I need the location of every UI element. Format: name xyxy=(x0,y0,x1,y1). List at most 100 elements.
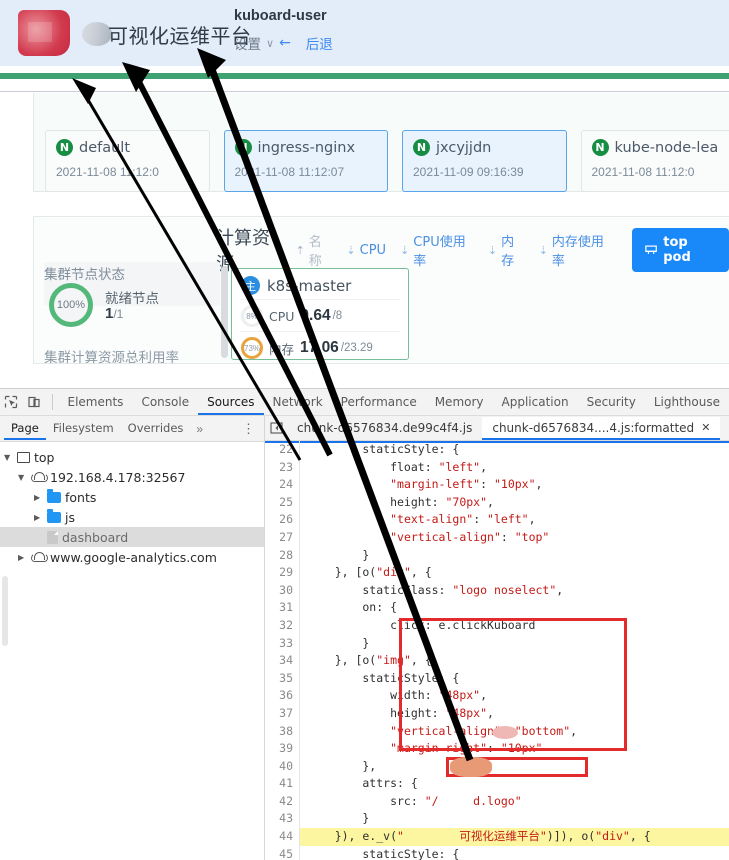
editor-tabbar: chunk-d6576834.de99c4f4.js chunk-d657683… xyxy=(265,416,729,441)
top-pod-button[interactable]: top pod xyxy=(632,228,729,272)
nav-tab-filesystem[interactable]: Filesystem xyxy=(46,417,121,440)
navigator-scrollbar[interactable] xyxy=(2,576,8,646)
navigator-menu-icon[interactable]: ⋮ xyxy=(234,421,264,437)
cpu-value: 0.64 xyxy=(300,307,331,324)
line-number[interactable]: 39 xyxy=(265,740,299,758)
code-line: 45 staticStyle: { xyxy=(265,845,729,860)
code-text: }, [o("img", { xyxy=(307,653,432,668)
tab-memory[interactable]: Memory xyxy=(426,390,493,415)
sort-by-memory[interactable]: ⇣ 内存 xyxy=(488,231,525,269)
line-number[interactable]: 35 xyxy=(265,669,299,688)
kuboard-logo-icon[interactable] xyxy=(18,10,70,56)
line-number[interactable]: 27 xyxy=(265,528,299,547)
tab-lighthouse[interactable]: Lighthouse xyxy=(645,390,729,415)
line-number[interactable]: 36 xyxy=(265,687,299,705)
tab-console[interactable]: Console xyxy=(132,390,198,415)
editor-tab-chunk[interactable]: chunk-d6576834.de99c4f4.js xyxy=(287,417,482,440)
code-text: } xyxy=(307,811,370,826)
code-text: } xyxy=(307,547,370,562)
tree-item-label: dashboard xyxy=(62,529,129,545)
line-number[interactable]: 32 xyxy=(265,616,299,635)
line-number[interactable]: 24 xyxy=(265,476,299,494)
line-number[interactable]: 22 xyxy=(265,441,299,459)
code-text: float: "left", xyxy=(307,459,488,474)
sort-by-cpu[interactable]: ⇣ CPU xyxy=(346,243,386,258)
line-number[interactable]: 23 xyxy=(265,458,299,477)
code-line: 29 }, [o("div", { xyxy=(265,564,729,582)
nav-tab-overrides[interactable]: Overrides xyxy=(121,417,191,440)
line-number[interactable]: 31 xyxy=(265,599,299,617)
chevron-down-icon[interactable]: ▼ xyxy=(4,453,13,462)
code-editor[interactable]: 22 staticStyle: {23 float: "left", 24 "ma… xyxy=(265,441,729,860)
tab-sources[interactable]: Sources xyxy=(198,390,263,415)
code-line: 24 "margin-left": "10px", xyxy=(265,476,729,494)
line-number[interactable]: 45 xyxy=(265,845,299,860)
sort-arrow-up-icon: ⇡ xyxy=(295,243,305,257)
line-number[interactable]: 26 xyxy=(265,511,299,529)
node-list-scrollbar[interactable] xyxy=(221,266,228,358)
tab-security[interactable]: Security xyxy=(578,390,645,415)
ready-nodes-value: 1/1 xyxy=(105,305,123,322)
settings-label[interactable]: 设置 xyxy=(234,33,261,53)
chevron-right-icon[interactable]: ▶ xyxy=(34,493,43,502)
sort-by-memory-usage[interactable]: ⇣ 内存使用率 xyxy=(539,231,612,269)
code-text: width: "48px", xyxy=(307,688,488,703)
line-number[interactable]: 43 xyxy=(265,810,299,829)
devtools-panel: Elements Console Sources Network Perform… xyxy=(0,388,729,860)
sort-by-name[interactable]: ⇡ 名称 xyxy=(296,231,333,269)
back-link[interactable]: 后退 xyxy=(306,33,333,53)
namespace-card[interactable]: N kube-node-lea 2021-11-08 11:12:0 xyxy=(580,130,729,192)
editor-tab-chunk-formatted[interactable]: chunk-d6576834....4.js:formatted ✕ xyxy=(482,416,721,440)
chevron-right-icon[interactable]: ▶ xyxy=(34,513,43,522)
line-number[interactable]: 38 xyxy=(265,722,299,741)
line-number[interactable]: 34 xyxy=(265,652,299,670)
tab-performance[interactable]: Performance xyxy=(332,390,426,415)
nav-tab-page[interactable]: Page xyxy=(4,417,46,440)
line-number[interactable]: 42 xyxy=(265,792,299,811)
line-number[interactable]: 33 xyxy=(265,634,299,653)
tree-item-top[interactable]: ▼ top xyxy=(0,447,264,467)
tree-item-js[interactable]: ▶ js xyxy=(0,507,264,527)
editor-active-underline xyxy=(265,441,729,443)
tree-item-fonts[interactable]: ▶ fonts xyxy=(0,487,264,507)
back-arrow-icon[interactable]: ← xyxy=(279,35,291,51)
tree-item-host[interactable]: ▼ 192.168.4.178:32567 xyxy=(0,467,264,487)
namespace-card[interactable]: N jxcyjjdn 2021-11-09 09:16:39 xyxy=(402,130,567,192)
tab-nav-icon[interactable] xyxy=(265,422,287,434)
node-cpu-row: 8% CPU 0.64 /8 xyxy=(232,300,408,327)
line-number[interactable]: 28 xyxy=(265,546,299,565)
tab-network[interactable]: Network xyxy=(264,390,332,415)
code-line: 31 on: { xyxy=(265,599,729,617)
node-card-k8s-master[interactable]: 主 k8s-master 8% CPU 0.64 /8 73% 内存 17.06… xyxy=(231,268,409,360)
brand-title[interactable]: 可视化运维平台 xyxy=(82,19,252,49)
line-number[interactable]: 29 xyxy=(265,564,299,582)
close-icon[interactable]: ✕ xyxy=(701,421,710,434)
line-number[interactable]: 30 xyxy=(265,581,299,600)
navigator-pane: Page Filesystem Overrides » ⋮ ▼ top ▼ 19… xyxy=(0,416,265,860)
namespace-date: 2021-11-08 11:12:07 xyxy=(234,165,345,179)
tree-item-label: fonts xyxy=(65,489,97,505)
namespace-name: jxcyjjdn xyxy=(436,139,492,156)
line-number[interactable]: 41 xyxy=(265,775,299,793)
inspect-element-icon[interactable] xyxy=(0,389,23,415)
code-line: 22 staticStyle: { xyxy=(265,441,729,459)
device-toolbar-icon[interactable] xyxy=(23,389,46,415)
tree-item-google-analytics[interactable]: ▶ www.google-analytics.com xyxy=(0,547,264,567)
ready-nodes-total: /1 xyxy=(113,307,124,321)
chevron-down-icon[interactable]: ▼ xyxy=(18,473,27,482)
tab-application[interactable]: Application xyxy=(493,390,578,415)
more-tabs-icon[interactable]: » xyxy=(190,422,209,436)
chevron-down-icon[interactable]: ∨ xyxy=(266,37,274,50)
namespace-card[interactable]: N ingress-nginx 2021-11-08 11:12:07 xyxy=(223,130,388,192)
tab-elements[interactable]: Elements xyxy=(59,390,133,415)
line-number[interactable]: 25 xyxy=(265,493,299,512)
namespace-card[interactable]: N default 2021-11-08 11:12:0 xyxy=(45,130,210,192)
line-number[interactable]: 40 xyxy=(265,757,299,776)
devtools-tabbar: Elements Console Sources Network Perform… xyxy=(0,389,729,416)
line-number[interactable]: 44 xyxy=(265,828,299,846)
chevron-right-icon[interactable]: ▶ xyxy=(18,553,27,562)
line-number[interactable]: 37 xyxy=(265,704,299,723)
sort-by-cpu-usage[interactable]: ⇣ CPU使用率 xyxy=(400,231,474,269)
tree-item-dashboard[interactable]: ▶ dashboard xyxy=(0,527,264,547)
code-text: }, xyxy=(307,758,377,773)
